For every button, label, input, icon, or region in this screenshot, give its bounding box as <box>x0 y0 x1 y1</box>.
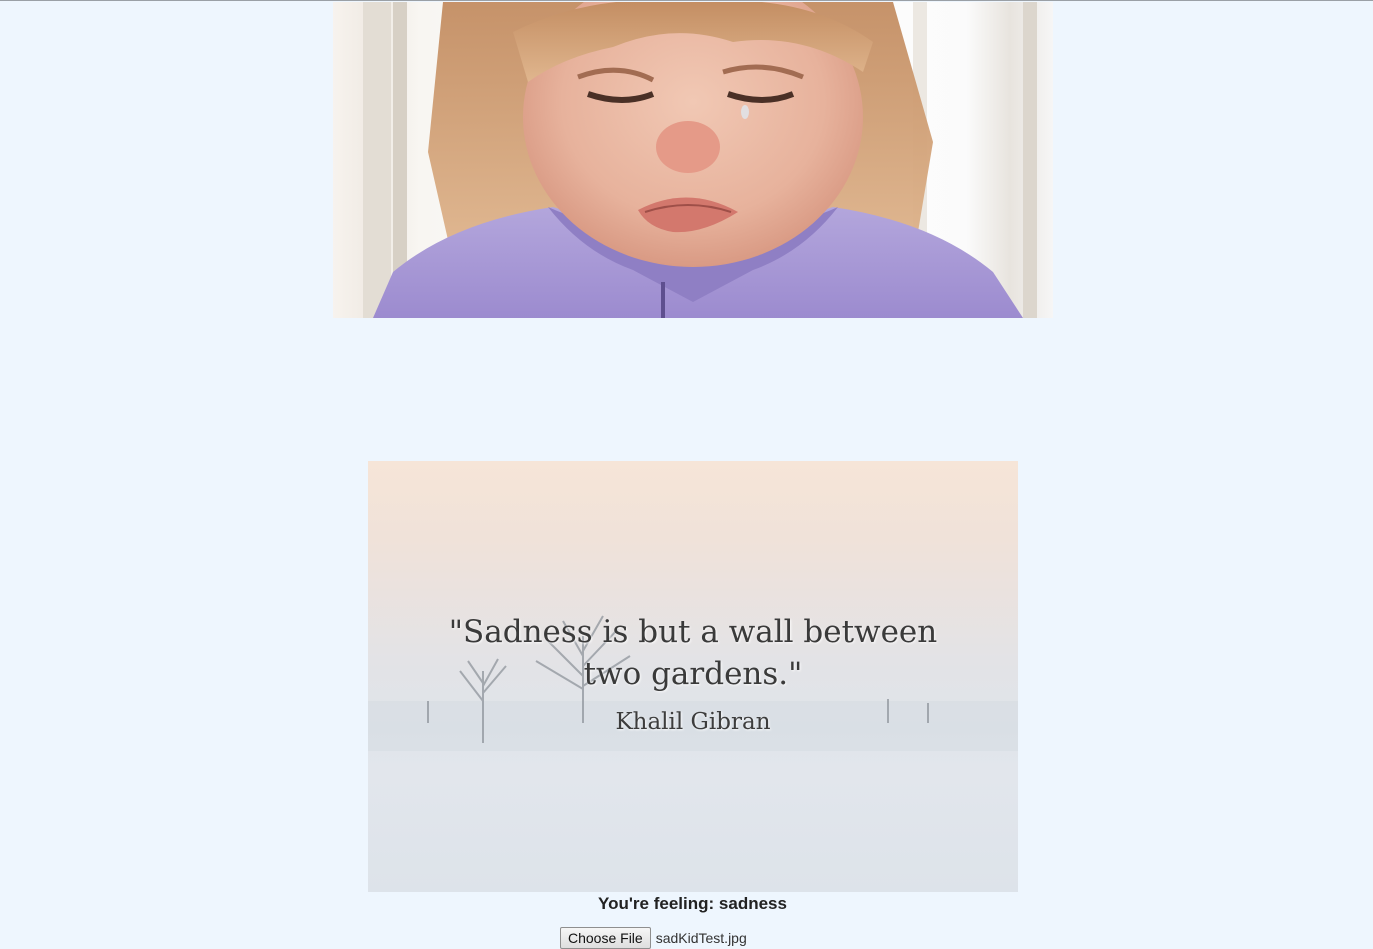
emotion-result: You're feeling: sadness <box>0 894 1373 914</box>
uploaded-photo <box>333 2 1053 318</box>
quote-card: "Sadness is but a wall between two garde… <box>368 461 1018 892</box>
file-input: Choose File sadKidTest.jpg <box>560 927 747 949</box>
top-border <box>0 0 1373 1</box>
selected-file-name: sadKidTest.jpg <box>655 930 747 946</box>
child-photo-illustration <box>363 2 1037 318</box>
quote-author: Khalil Gibran <box>615 709 771 735</box>
result-label: You're feeling: <box>598 894 719 913</box>
choose-file-button[interactable]: Choose File <box>560 927 651 949</box>
quote-text: "Sadness is but a wall between two garde… <box>448 614 938 692</box>
result-emotion: sadness <box>718 894 787 913</box>
